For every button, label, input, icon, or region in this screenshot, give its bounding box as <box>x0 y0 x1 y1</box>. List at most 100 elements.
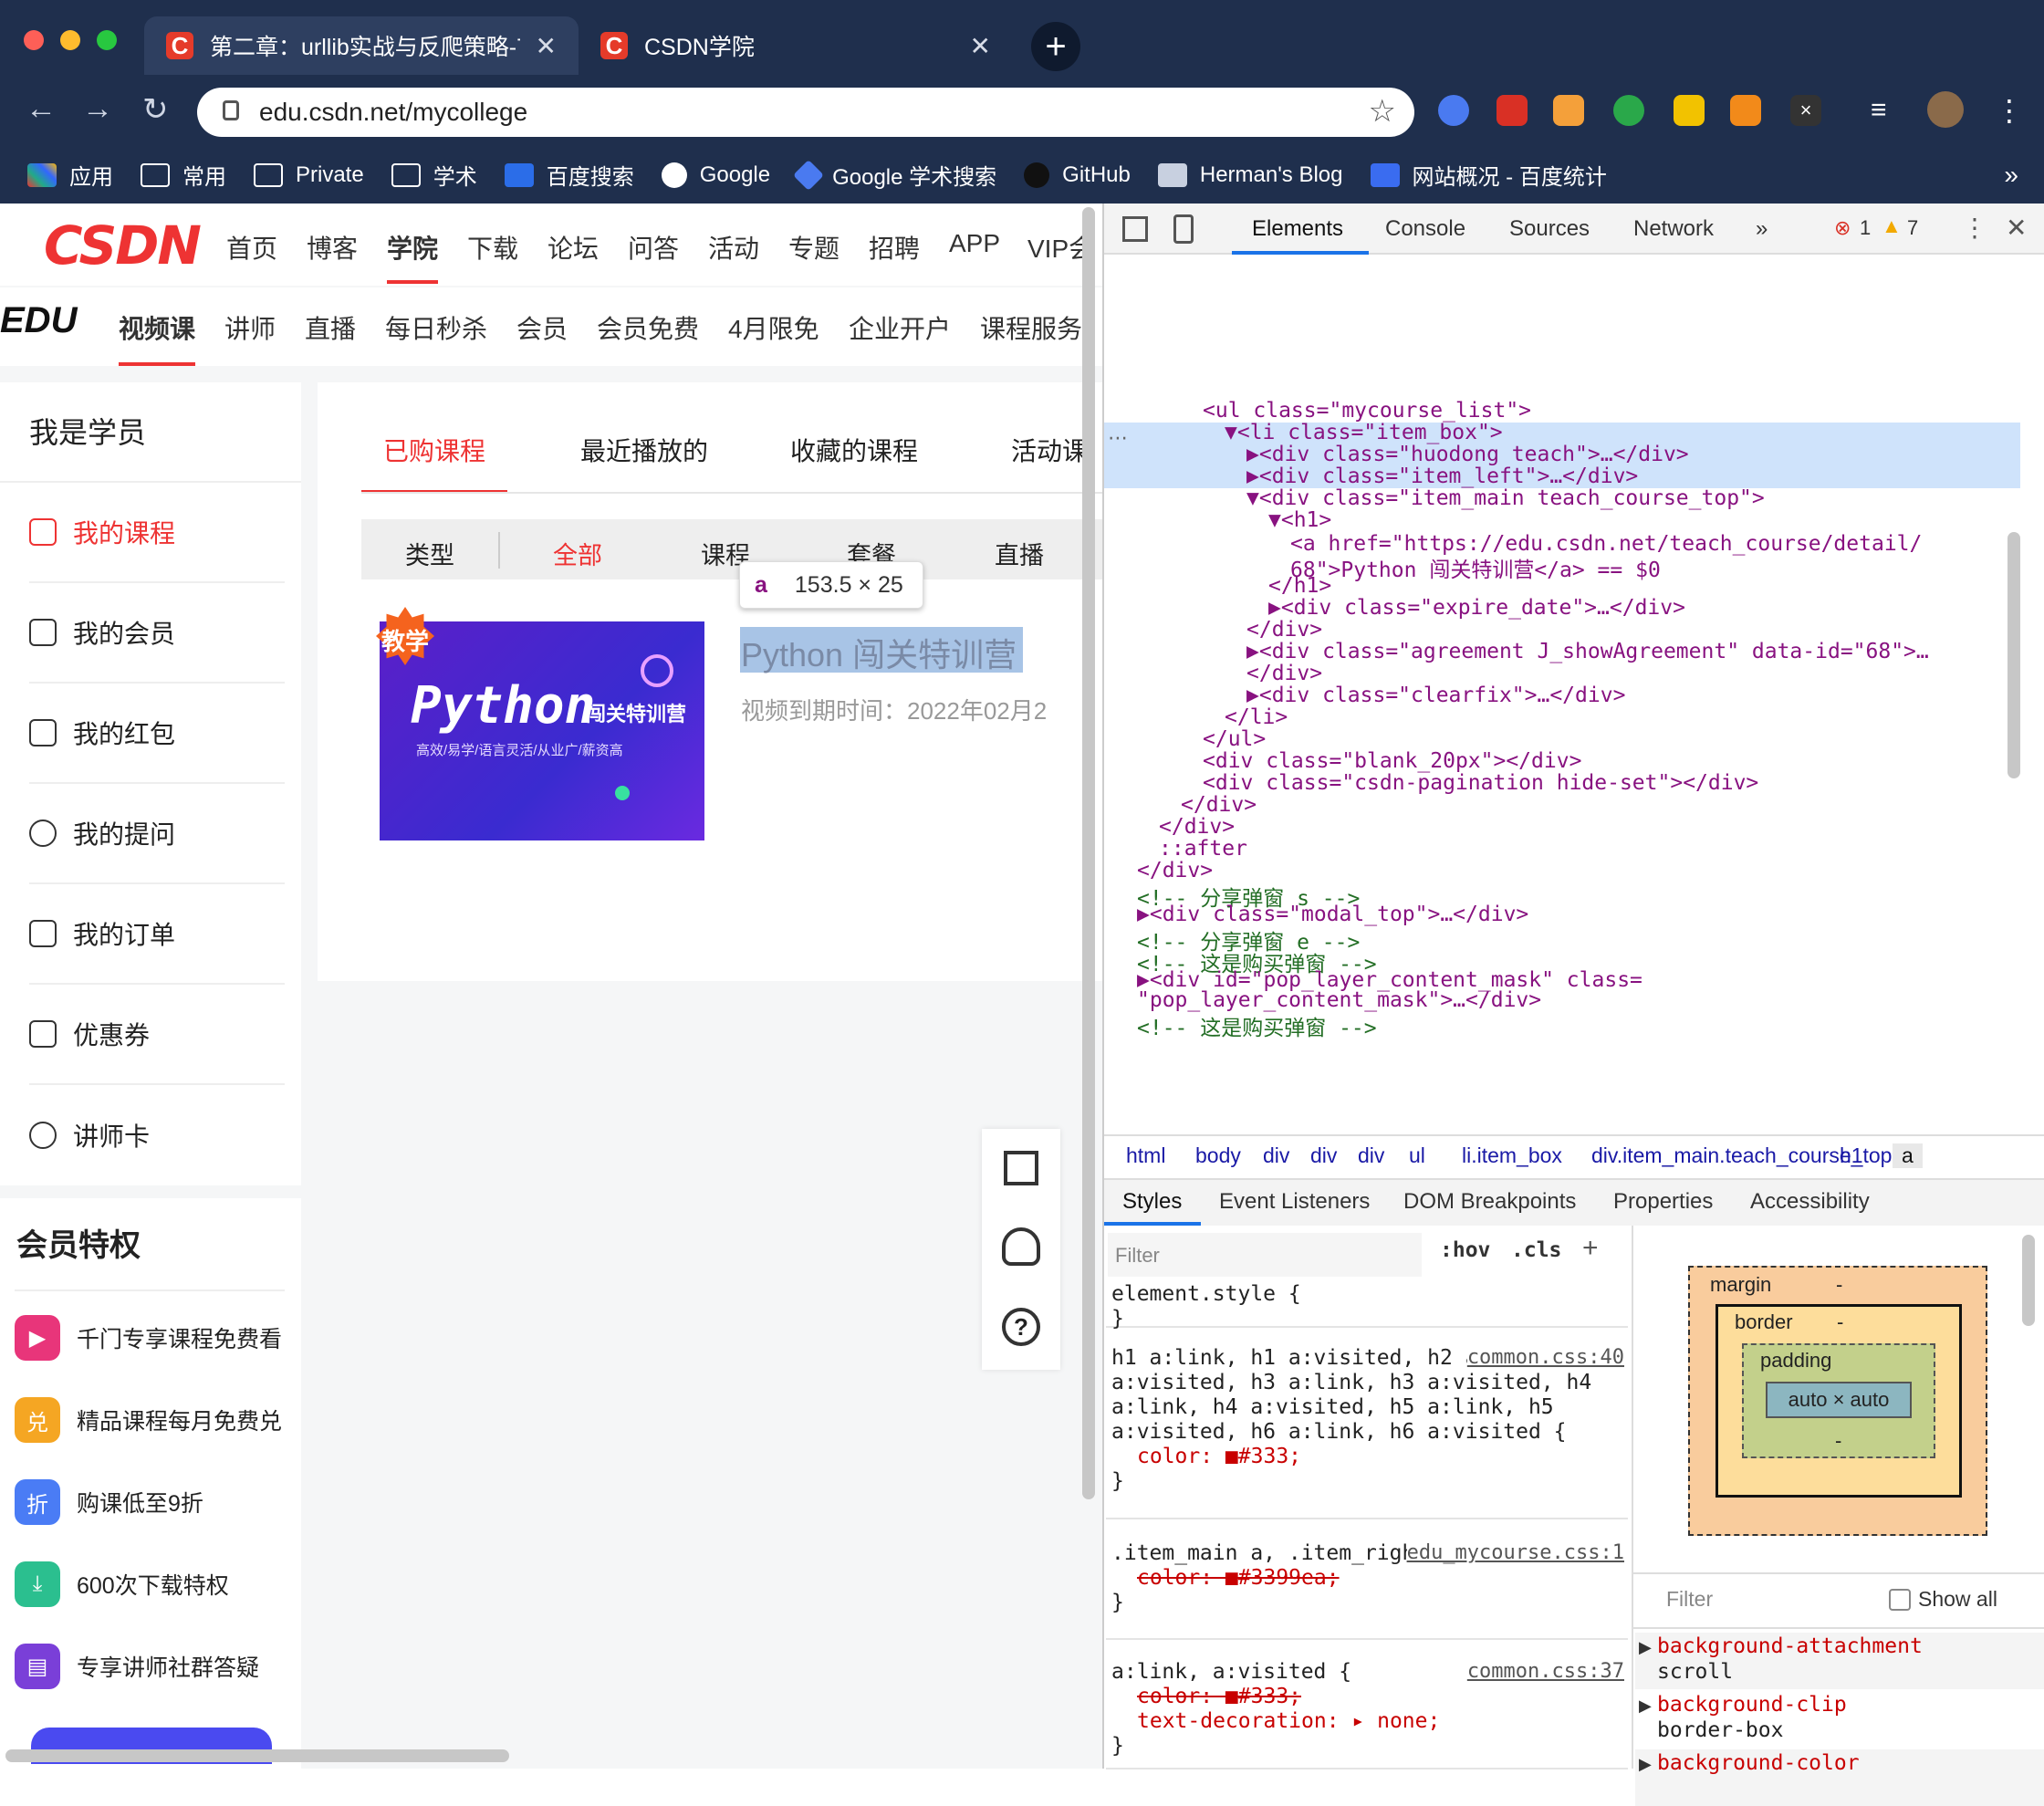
dom-line[interactable]: </div> <box>1137 859 1213 882</box>
dom-line[interactable]: <!-- 这是购买弹窗 --> <box>1137 1010 1377 1041</box>
minimize-window-button[interactable] <box>60 30 80 50</box>
page-scrollbar[interactable] <box>1082 207 1095 1499</box>
computed-scrollbar[interactable] <box>2022 1235 2035 1326</box>
edu-logo[interactable]: EDU <box>0 300 77 341</box>
bookmark-folder[interactable]: 学术 <box>391 159 477 191</box>
filter-all[interactable]: 全部 <box>553 536 602 571</box>
filter-live[interactable]: 直播 <box>995 536 1044 571</box>
dom-line[interactable]: ::after <box>1159 837 1247 861</box>
bookmark-blog[interactable]: Herman's Blog <box>1157 162 1343 188</box>
help-icon[interactable]: ? <box>1002 1308 1040 1346</box>
forward-icon[interactable]: → <box>82 91 113 127</box>
computed-row[interactable]: ▶ background-attachment scroll <box>1635 1633 2044 1689</box>
tab-1[interactable]: C 第二章：urllib实战与反爬策略-7 ✕ <box>144 16 579 75</box>
breadcrumb-item[interactable]: ul <box>1409 1143 1425 1168</box>
subnav-item[interactable]: 会员免费 <box>597 309 699 346</box>
node-ellipsis-icon[interactable]: ⋯ <box>1108 426 1128 450</box>
dom-line[interactable]: ▶<div class="modal_top">…</div> <box>1137 903 1528 926</box>
dom-line[interactable]: <div class="csdn-pagination hide-set"></… <box>1203 771 1758 795</box>
rule-property[interactable]: } <box>1111 1307 1124 1331</box>
device-toolbar-icon[interactable] <box>1173 214 1194 244</box>
tab-accessibility[interactable]: Accessibility <box>1750 1189 1870 1215</box>
bookmark-github[interactable]: GitHub <box>1024 162 1131 188</box>
rule-property[interactable]: } <box>1111 1469 1124 1493</box>
nav-item[interactable]: APP <box>949 229 1000 258</box>
dom-line[interactable]: ▼<div class="item_main teach_course_top"… <box>1246 486 1765 510</box>
subnav-item[interactable]: 会员 <box>516 309 568 346</box>
vip-item[interactable]: ▶ 千门专享课程免费看 <box>15 1315 282 1361</box>
rule-property[interactable]: color: ■#333; <box>1137 1685 1301 1708</box>
bookmark-star-icon[interactable]: ☆ <box>1369 93 1396 130</box>
close-window-button[interactable] <box>24 30 44 50</box>
tab-dom-breakpoints[interactable]: DOM Breakpoints <box>1403 1189 1576 1215</box>
vip-item[interactable]: 兑精品课程每月免费兑 <box>15 1397 282 1443</box>
dom-line[interactable]: </div> <box>1246 662 1322 685</box>
nav-item[interactable]: 下载 <box>467 229 518 266</box>
error-icon[interactable]: ⊗ <box>1834 216 1851 240</box>
dom-line[interactable]: ▶<div class="item_left">…</div> <box>1246 465 1638 488</box>
nav-item[interactable]: 博客 <box>307 229 358 266</box>
rule-property[interactable]: } <box>1111 1734 1124 1758</box>
tab-purchased[interactable]: 已购课程 <box>383 432 485 468</box>
dom-line[interactable]: ▶<div class="expire_date">…</div> <box>1268 596 1685 620</box>
nav-item[interactable]: 专题 <box>788 229 840 266</box>
breadcrumb-item[interactable]: h1 <box>1840 1143 1863 1168</box>
dom-line[interactable]: ▼<li class="item_box"> <box>1225 421 1503 444</box>
sidebar-item-questions[interactable]: 我的提问 <box>29 784 285 884</box>
dom-line[interactable]: "pop_layer_content_mask">…</div> <box>1137 988 1541 1012</box>
new-tab-button[interactable]: + <box>1031 22 1080 71</box>
dom-line[interactable]: ▶<div class="huodong teach">…</div> <box>1246 443 1689 466</box>
address-bar[interactable]: edu.csdn.net/mycollege ☆ <box>197 88 1414 137</box>
rule-property[interactable]: text-decoration: ▸ none; <box>1137 1709 1440 1733</box>
styles-filter-input[interactable]: Filter <box>1108 1233 1422 1277</box>
subnav-item[interactable]: 课程服务 <box>980 309 1082 346</box>
subnav-item-active[interactable]: 视频课 <box>119 309 195 346</box>
breadcrumb-item[interactable]: li.item_box <box>1462 1143 1562 1168</box>
breadcrumb-item[interactable]: html <box>1126 1143 1165 1168</box>
subnav-item[interactable]: 每日秒杀 <box>385 309 487 346</box>
rule-property[interactable]: color: ■#333; <box>1137 1445 1301 1468</box>
qrcode-icon[interactable] <box>1004 1151 1038 1185</box>
dom-line[interactable]: 68">Python 闯关特训营</a> == $0 <box>1290 552 1661 583</box>
page-hscrollbar[interactable] <box>5 1749 509 1762</box>
tab-elements[interactable]: Elements <box>1252 216 1343 242</box>
tab-console[interactable]: Console <box>1385 216 1465 242</box>
show-all-checkbox[interactable] <box>1889 1589 1911 1611</box>
nav-item[interactable]: 论坛 <box>548 229 599 266</box>
dom-line[interactable]: </div> <box>1181 793 1257 817</box>
avatar[interactable] <box>1927 91 1964 128</box>
bookmark-folder[interactable]: 常用 <box>141 159 226 191</box>
computed-row[interactable]: ▶ background-color <box>1635 1749 2044 1806</box>
computed-filter-input[interactable]: Filter <box>1666 1587 1713 1612</box>
menu-icon[interactable]: ⋮ <box>1995 95 2026 126</box>
breadcrumb-item[interactable]: body <box>1195 1143 1241 1168</box>
bookmark-google[interactable]: Google <box>661 162 770 188</box>
nav-item[interactable]: 招聘 <box>869 229 920 266</box>
dom-line[interactable]: </h1> <box>1268 574 1331 598</box>
expand-arrow-icon[interactable]: ▶ <box>1639 1696 1652 1716</box>
extension-icon[interactable] <box>1674 95 1705 126</box>
tab-favorites[interactable]: 收藏的课程 <box>790 432 918 468</box>
bookmark-apps[interactable]: 应用 <box>27 159 113 191</box>
dom-line[interactable]: <div class="blank_20px"></div> <box>1203 749 1581 773</box>
sidebar-item-coupons[interactable]: 优惠券 <box>29 985 285 1085</box>
maximize-window-button[interactable] <box>97 30 117 50</box>
sidebar-item-my-vip[interactable]: 我的会员 <box>29 583 285 684</box>
dom-line[interactable]: ▶<div class="clearfix">…</div> <box>1246 684 1625 707</box>
expand-arrow-icon[interactable]: ▶ <box>1639 1638 1652 1657</box>
dom-line[interactable]: </div> <box>1159 815 1235 839</box>
breadcrumb-item[interactable]: div <box>1358 1143 1384 1168</box>
subnav-item[interactable]: 企业开户 <box>849 309 951 346</box>
extension-icon[interactable] <box>1553 95 1584 126</box>
breadcrumb-item[interactable]: div <box>1263 1143 1289 1168</box>
subnav-item[interactable]: 讲师 <box>224 309 276 346</box>
dom-line[interactable]: ▼<h1> <box>1268 508 1331 532</box>
dom-line[interactable]: </div> <box>1246 618 1322 642</box>
csdn-logo[interactable]: CSDN <box>44 214 202 277</box>
back-icon[interactable]: ← <box>26 91 57 127</box>
close-extension-icon[interactable]: × <box>1790 95 1821 126</box>
subnav-item[interactable]: 直播 <box>305 309 356 346</box>
bookmark-tongji[interactable]: 网站概况 - 百度统计 <box>1370 159 1607 191</box>
sidebar-item-lecturer-card[interactable]: 讲师卡 <box>29 1085 285 1185</box>
vip-item[interactable]: ⤓ 600次下载特权 <box>15 1561 229 1607</box>
